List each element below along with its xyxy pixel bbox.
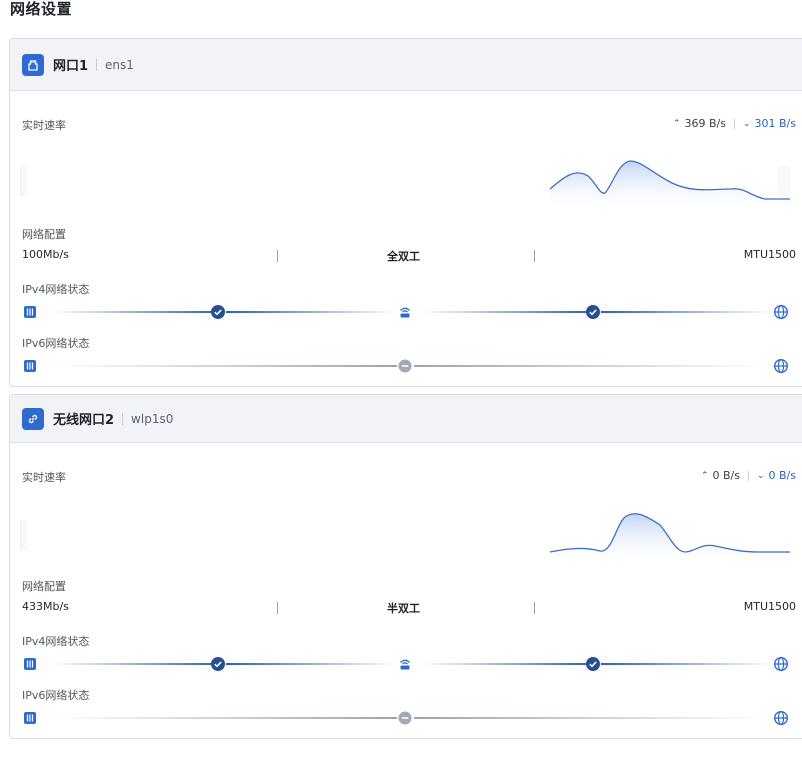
globe-icon	[773, 656, 789, 672]
network-config-row: 433Mb/s 半双工 MTU1500	[22, 600, 796, 616]
divider	[277, 602, 278, 614]
globe-icon	[773, 304, 789, 320]
upload-arrow-icon: ⌃	[672, 118, 681, 129]
minus-circle-icon	[398, 359, 412, 373]
link-line	[601, 663, 771, 665]
ipv4-status-label: IPv4网络状态	[22, 635, 90, 648]
divider	[747, 470, 749, 481]
link-speed: 433Mb/s	[22, 600, 69, 613]
link-line	[414, 365, 769, 367]
divider	[534, 602, 535, 614]
network-config-label: 网络配置	[22, 580, 66, 593]
router-icon	[400, 307, 410, 318]
divider	[733, 118, 735, 129]
link-line	[414, 717, 769, 719]
host-icon	[24, 306, 36, 318]
link-icon	[22, 407, 44, 430]
globe-icon	[773, 710, 789, 726]
upload-arrow-icon: ⌃	[700, 470, 709, 481]
duplex-mode: 全双工	[387, 250, 420, 263]
speed-chart	[20, 160, 790, 211]
ipv6-status-path	[22, 358, 790, 374]
speed-chart	[20, 513, 790, 565]
link-line	[52, 717, 397, 719]
ethernet-port-icon	[22, 53, 44, 76]
network-config-label: 网络配置	[22, 228, 66, 241]
link-line	[226, 663, 396, 665]
download-arrow-icon: ⌄	[756, 470, 765, 481]
check-circle-icon	[211, 657, 225, 671]
interface-device: ens1	[105, 57, 134, 72]
download-arrow-icon: ⌄	[742, 118, 751, 129]
ipv4-status-path	[22, 304, 790, 320]
divider	[277, 250, 278, 262]
host-icon	[24, 712, 36, 724]
interface-card-1: 网口1 ens1 实时速率 ⌃ 369 B/s ⌄ 301 B/s 网络配置 1…	[9, 38, 802, 387]
page-title: 网络设置	[10, 0, 73, 18]
host-icon	[24, 658, 36, 670]
upload-speed: 369 B/s	[684, 117, 726, 130]
ipv4-status-path	[22, 656, 790, 672]
ipv6-status-label: IPv6网络状态	[22, 689, 90, 702]
interface-name: 网口1	[53, 59, 89, 74]
download-speed: 301 B/s	[754, 117, 796, 130]
check-circle-icon	[586, 305, 600, 319]
interface-name: 无线网口2	[53, 413, 115, 428]
divider	[534, 250, 535, 262]
speed-readout: ⌃ 369 B/s ⌄ 301 B/s	[673, 117, 796, 130]
link-line	[422, 663, 592, 665]
host-icon	[24, 360, 36, 372]
card-header: 网口1 ens1	[10, 39, 802, 91]
link-line	[52, 311, 222, 313]
mtu-value: MTU1500	[743, 600, 796, 613]
network-config-row: 100Mb/s 全双工 MTU1500	[22, 248, 796, 264]
upload-speed: 0 B/s	[712, 469, 740, 482]
download-speed: 0 B/s	[768, 469, 796, 482]
minus-circle-icon	[398, 711, 412, 725]
ipv4-status-label: IPv4网络状态	[22, 283, 90, 296]
router-icon	[400, 659, 410, 670]
link-speed: 100Mb/s	[22, 248, 69, 261]
divider	[122, 412, 124, 425]
check-circle-icon	[586, 657, 600, 671]
divider	[96, 58, 98, 71]
realtime-speed-label: 实时速率	[22, 471, 66, 484]
interface-card-2: 无线网口2 wlp1s0 实时速率 ⌃ 0 B/s ⌄ 0 B/s 网络配置 4…	[9, 394, 802, 739]
ipv6-status-path	[22, 710, 790, 726]
speed-readout: ⌃ 0 B/s ⌄ 0 B/s	[701, 469, 796, 482]
link-line	[422, 311, 592, 313]
realtime-speed-label: 实时速率	[22, 119, 66, 132]
link-line	[52, 365, 397, 367]
interface-device: wlp1s0	[131, 411, 174, 426]
check-circle-icon	[211, 305, 225, 319]
link-line	[52, 663, 222, 665]
ipv6-status-label: IPv6网络状态	[22, 337, 90, 350]
mtu-value: MTU1500	[743, 248, 796, 261]
globe-icon	[773, 358, 789, 374]
link-line	[226, 311, 396, 313]
card-header: 无线网口2 wlp1s0	[10, 395, 802, 443]
link-line	[601, 311, 771, 313]
duplex-mode: 半双工	[387, 602, 420, 615]
